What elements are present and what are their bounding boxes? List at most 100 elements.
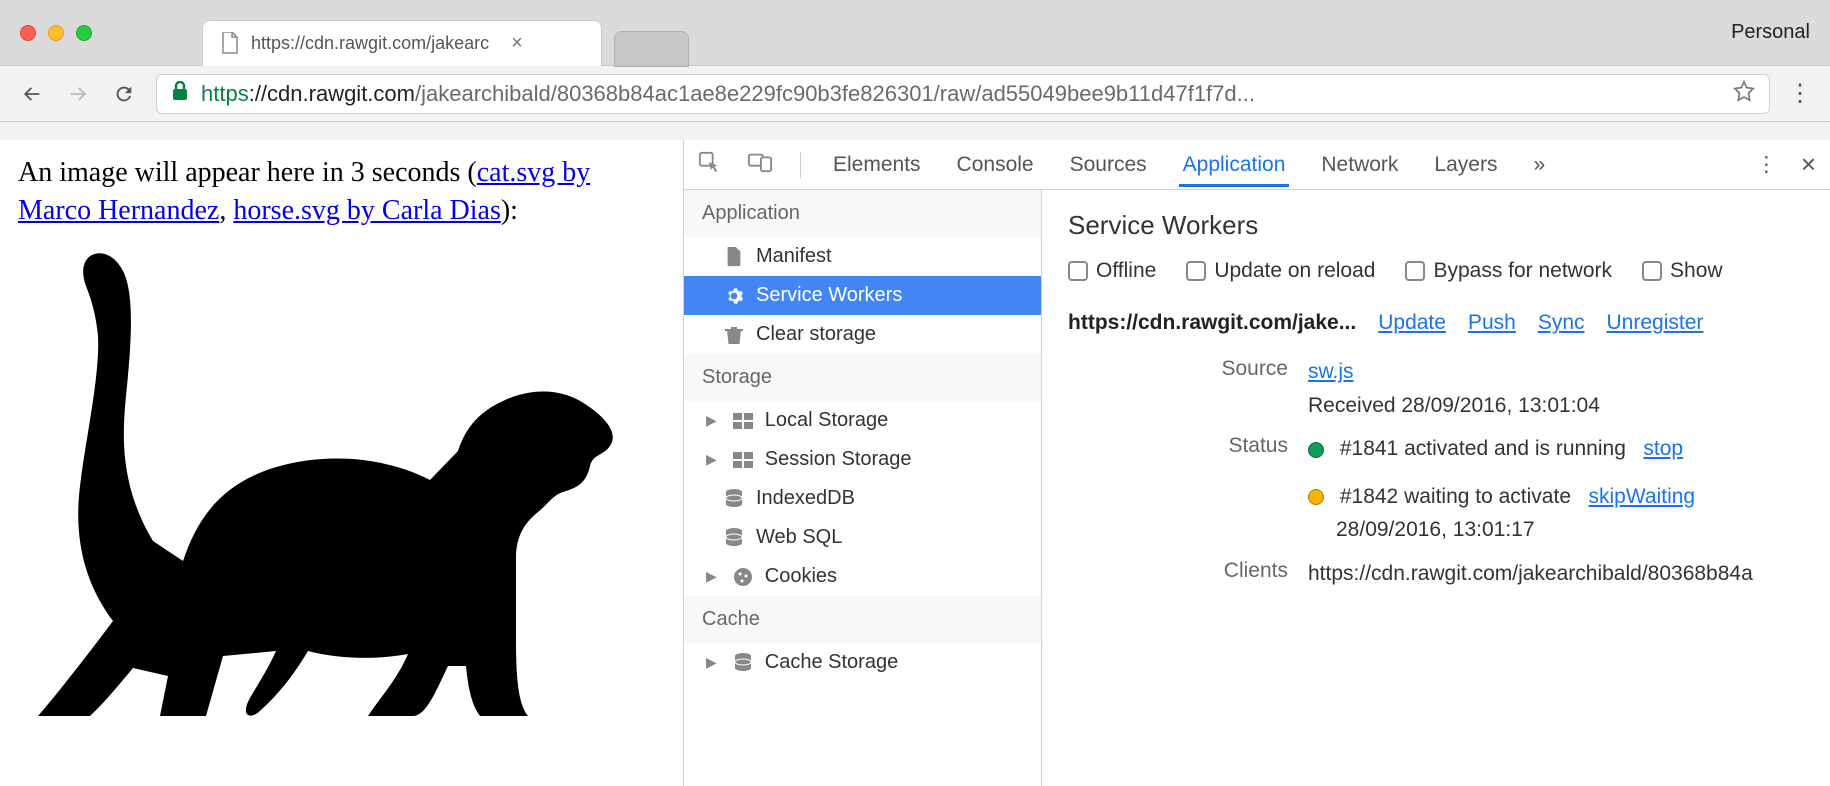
database-icon xyxy=(724,489,744,509)
sidebar-item-label: Clear storage xyxy=(756,323,876,346)
tab-sources[interactable]: Sources xyxy=(1066,143,1151,187)
bookmark-star-icon[interactable] xyxy=(1733,80,1755,108)
checkbox-row: Offline Update on reload Bypass for netw… xyxy=(1068,259,1804,283)
sw-sync-link[interactable]: Sync xyxy=(1538,311,1585,335)
devtools-close-button[interactable]: × xyxy=(1801,149,1816,180)
close-tab-button[interactable]: × xyxy=(511,32,523,55)
sw-update-link[interactable]: Update xyxy=(1378,311,1446,335)
gear-icon xyxy=(724,286,744,306)
traffic-lights xyxy=(20,25,92,41)
page-text-prefix: An image will appear here in 3 seconds ( xyxy=(18,157,477,188)
sw-unregister-link[interactable]: Unregister xyxy=(1607,311,1704,335)
devtools-sidebar: Application Manifest Service Workers Cle… xyxy=(684,190,1042,786)
sw-clients-label: Clients xyxy=(1068,557,1288,583)
sidebar-item-websql[interactable]: Web SQL xyxy=(684,518,1041,557)
table-icon xyxy=(733,450,753,470)
devtools-menu-button[interactable]: ⋮ xyxy=(1756,152,1777,177)
device-toggle-icon[interactable] xyxy=(748,151,772,179)
service-workers-panel: Service Workers Offline Update on reload… xyxy=(1042,190,1830,786)
database-icon xyxy=(724,528,744,548)
sidebar-section-application: Application xyxy=(684,190,1041,237)
trash-icon xyxy=(724,325,744,345)
file-icon xyxy=(724,247,744,267)
status-dot-orange-icon xyxy=(1308,489,1324,505)
close-window-button[interactable] xyxy=(20,25,36,41)
sidebar-section-cache: Cache xyxy=(684,596,1041,643)
page-paragraph: An image will appear here in 3 seconds (… xyxy=(18,154,665,230)
browser-tab[interactable]: https://cdn.rawgit.com/jakearc × xyxy=(202,20,602,66)
sw-skipwaiting-link[interactable]: skipWaiting xyxy=(1589,485,1696,508)
sidebar-item-label: IndexedDB xyxy=(756,487,855,510)
sw-source-label: Source xyxy=(1068,355,1288,381)
devtools: Elements Console Sources Application Net… xyxy=(684,140,1830,786)
inspect-element-icon[interactable] xyxy=(698,151,720,179)
status-dot-green-icon xyxy=(1308,442,1324,458)
profile-label[interactable]: Personal xyxy=(1731,21,1810,44)
content: An image will appear here in 3 seconds (… xyxy=(0,140,1830,786)
sw-status-text: #1842 waiting to activate xyxy=(1340,485,1571,508)
browser-chrome: https://cdn.rawgit.com/jakearc × Persona… xyxy=(0,0,1830,140)
url-text: https://cdn.rawgit.com/jakearchibald/803… xyxy=(201,81,1255,107)
address-bar[interactable]: https://cdn.rawgit.com/jakearchibald/803… xyxy=(156,74,1770,114)
tab-application[interactable]: Application xyxy=(1179,143,1290,187)
sidebar-item-label: Session Storage xyxy=(765,448,912,471)
cat-image xyxy=(18,236,618,716)
maximize-window-button[interactable] xyxy=(76,25,92,41)
show-checkbox[interactable]: Show xyxy=(1642,259,1723,283)
new-tab-button[interactable] xyxy=(614,31,689,67)
table-icon xyxy=(733,411,753,431)
sidebar-item-indexeddb[interactable]: IndexedDB xyxy=(684,479,1041,518)
sw-stop-link[interactable]: stop xyxy=(1643,437,1683,460)
toolbar: https://cdn.rawgit.com/jakearchibald/803… xyxy=(0,66,1830,122)
sidebar-item-local-storage[interactable]: ▶ Local Storage xyxy=(684,401,1041,440)
reload-button[interactable] xyxy=(110,80,138,108)
sidebar-item-manifest[interactable]: Manifest xyxy=(684,237,1041,276)
horse-svg-link[interactable]: horse.svg by Carla Dias xyxy=(233,195,501,226)
back-button[interactable] xyxy=(18,80,46,108)
bypass-checkbox[interactable]: Bypass for network xyxy=(1405,259,1612,283)
tab-network[interactable]: Network xyxy=(1317,143,1402,187)
forward-button[interactable] xyxy=(64,80,92,108)
sw-status-entry: #1842 waiting to activate skipWaiting 28… xyxy=(1308,480,1804,547)
tab-layers[interactable]: Layers xyxy=(1430,143,1501,187)
file-icon xyxy=(221,33,241,53)
update-on-reload-checkbox[interactable]: Update on reload xyxy=(1186,259,1375,283)
sw-source-received: Received 28/09/2016, 13:01:04 xyxy=(1308,394,1600,417)
tab-elements[interactable]: Elements xyxy=(829,143,925,187)
sidebar-item-label: Cookies xyxy=(765,565,837,588)
sidebar-item-label: Local Storage xyxy=(765,409,888,432)
minimize-window-button[interactable] xyxy=(48,25,64,41)
cookie-icon xyxy=(733,567,753,587)
tab-console[interactable]: Console xyxy=(953,143,1038,187)
sidebar-section-storage: Storage xyxy=(684,354,1041,401)
menu-button[interactable]: ⋮ xyxy=(1788,79,1812,108)
panel-title: Service Workers xyxy=(1068,210,1804,241)
sw-source-file-link[interactable]: sw.js xyxy=(1308,360,1354,383)
tab-title: https://cdn.rawgit.com/jakearc xyxy=(251,33,489,54)
devtools-tabs: Elements Console Sources Application Net… xyxy=(684,140,1830,190)
sw-status-value: #1841 activated and is running stop #184… xyxy=(1308,432,1804,547)
sidebar-item-label: Manifest xyxy=(756,245,832,268)
url-host: ://cdn.rawgit.com xyxy=(249,81,415,106)
sw-scope-row: https://cdn.rawgit.com/jake... Update Pu… xyxy=(1068,311,1804,335)
tab-overflow[interactable]: » xyxy=(1529,143,1549,187)
sidebar-item-label: Web SQL xyxy=(756,526,842,549)
page-text-suffix: ): xyxy=(501,195,518,226)
database-icon xyxy=(733,653,753,673)
sw-table: Source sw.js Received 28/09/2016, 13:01:… xyxy=(1068,355,1804,591)
sw-status-label: Status xyxy=(1068,432,1288,458)
sw-source-value: sw.js Received 28/09/2016, 13:01:04 xyxy=(1308,355,1804,422)
sw-status-sub: 28/09/2016, 13:01:17 xyxy=(1336,518,1535,541)
offline-checkbox[interactable]: Offline xyxy=(1068,259,1156,283)
sidebar-item-service-workers[interactable]: Service Workers xyxy=(684,276,1041,315)
sidebar-item-cache-storage[interactable]: ▶ Cache Storage xyxy=(684,643,1041,682)
sw-status-text: #1841 activated and is running xyxy=(1340,437,1626,460)
sidebar-item-session-storage[interactable]: ▶ Session Storage xyxy=(684,440,1041,479)
sw-scope: https://cdn.rawgit.com/jake... xyxy=(1068,311,1356,335)
sw-clients-value: https://cdn.rawgit.com/jakearchibald/803… xyxy=(1308,557,1804,591)
expand-icon: ▶ xyxy=(706,412,717,429)
sidebar-item-clear-storage[interactable]: Clear storage xyxy=(684,315,1041,354)
lock-icon xyxy=(171,81,189,107)
sidebar-item-cookies[interactable]: ▶ Cookies xyxy=(684,557,1041,596)
sw-push-link[interactable]: Push xyxy=(1468,311,1516,335)
